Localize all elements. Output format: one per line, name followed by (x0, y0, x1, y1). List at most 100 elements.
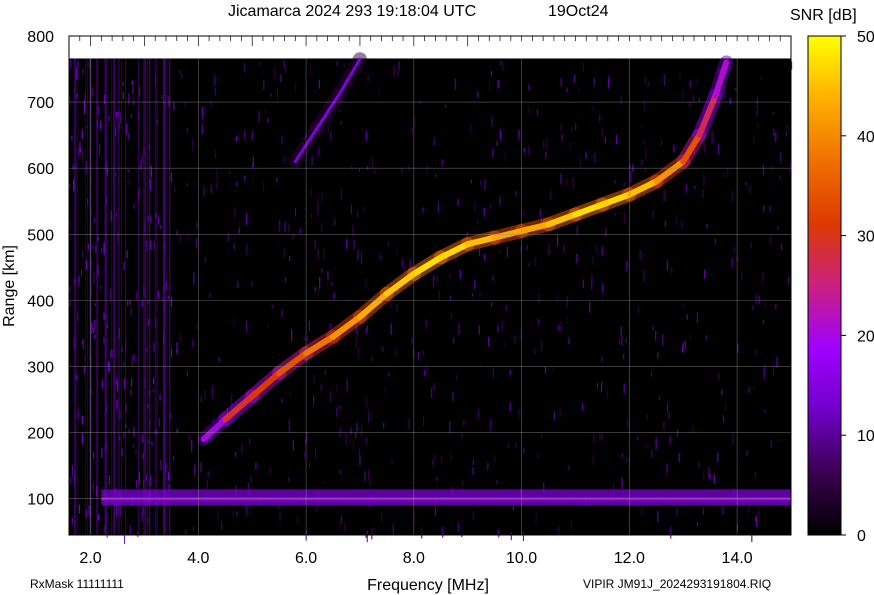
noise-speck (625, 339, 627, 343)
noise-speck (553, 412, 555, 420)
noise-speck (621, 452, 624, 458)
noise-speck (582, 62, 585, 72)
noise-speck (267, 324, 269, 329)
noise-speck (484, 254, 486, 261)
noise-speck (324, 480, 326, 485)
noise-speck (444, 104, 447, 108)
noise-speck (733, 248, 736, 253)
noise-speck (122, 92, 124, 100)
noise-speck (673, 144, 675, 153)
noise-speck (366, 530, 368, 543)
noise-speck (557, 526, 560, 534)
noise-speck (568, 337, 570, 345)
noise-speck (352, 440, 354, 451)
noise-speck (543, 140, 545, 149)
noise-speck (692, 94, 694, 103)
noise-speck (470, 123, 472, 134)
noise-speck (379, 253, 382, 261)
noise-speck (284, 276, 286, 283)
noise-speck (259, 61, 261, 67)
noise-column (125, 58, 127, 535)
noise-speck (358, 448, 360, 456)
noise-speck (703, 174, 705, 186)
noise-speck (425, 363, 427, 376)
noise-speck (119, 113, 122, 124)
noise-speck (114, 172, 116, 177)
noise-speck (236, 511, 238, 516)
noise-speck (321, 268, 323, 274)
noise-speck (456, 374, 458, 381)
noise-speck (758, 508, 760, 520)
noise-speck (323, 249, 325, 260)
file-label: VIPIR JM91J_2024293191804.RIQ (583, 577, 771, 591)
noise-speck (94, 334, 96, 339)
noise-speck (203, 186, 205, 197)
noise-speck (78, 504, 81, 514)
noise-speck (313, 374, 315, 385)
noise-speck (559, 321, 562, 333)
noise-speck (179, 233, 182, 243)
noise-speck (442, 526, 444, 538)
noise-speck (750, 241, 752, 249)
noise-speck (246, 244, 248, 256)
noise-speck (748, 386, 750, 393)
noise-speck (703, 269, 706, 279)
noise-speck (682, 341, 685, 354)
noise-speck (339, 406, 341, 410)
noise-speck (433, 382, 436, 391)
noise-speck (775, 304, 777, 310)
noise-speck (127, 133, 130, 140)
noise-speck (214, 75, 216, 85)
noise-speck (378, 88, 380, 96)
noise-speck (288, 477, 290, 482)
noise-speck (390, 300, 392, 308)
noise-speck (504, 152, 506, 163)
noise-speck (271, 305, 273, 309)
noise-speck (756, 97, 759, 110)
noise-speck (686, 183, 688, 194)
noise-speck (115, 112, 117, 119)
noise-speck (133, 354, 135, 362)
noise-speck (585, 151, 587, 159)
noise-speck (261, 70, 263, 74)
noise-speck (185, 529, 187, 535)
noise-speck (770, 439, 772, 448)
noise-speck (200, 462, 202, 473)
noise-column (145, 58, 147, 535)
noise-speck (136, 479, 138, 489)
noise-speck (127, 300, 129, 306)
noise-speck (292, 439, 294, 451)
noise-column (111, 58, 113, 535)
noise-speck (506, 246, 508, 258)
noise-speck (338, 520, 341, 525)
noise-speck (397, 71, 399, 79)
plot-area (68, 35, 793, 544)
noise-speck (569, 141, 571, 151)
noise-speck (234, 206, 236, 218)
colorbar-tick-label: 50 (857, 29, 874, 46)
noise-speck (283, 156, 285, 163)
noise-column (156, 58, 158, 535)
noise-speck (581, 402, 584, 411)
noise-speck (188, 435, 190, 440)
x-axis-label: Frequency [MHz] (367, 577, 489, 594)
noise-speck (729, 97, 732, 105)
noise-speck (566, 316, 568, 324)
noise-speck (94, 319, 96, 330)
noise-speck (313, 89, 316, 94)
noise-column (118, 58, 120, 535)
noise-speck (619, 338, 621, 345)
noise-speck (666, 403, 669, 413)
noise-speck (788, 277, 790, 285)
noise-speck (777, 225, 779, 230)
noise-speck (509, 370, 512, 375)
noise-speck (327, 281, 329, 286)
noise-speck (708, 466, 710, 479)
noise-speck (755, 294, 757, 304)
colorbar-tick-label: 10 (857, 428, 874, 445)
noise-speck (192, 526, 195, 532)
noise-speck (364, 470, 366, 482)
noise-speck (655, 438, 657, 450)
noise-speck (127, 169, 129, 173)
noise-speck (745, 182, 747, 186)
